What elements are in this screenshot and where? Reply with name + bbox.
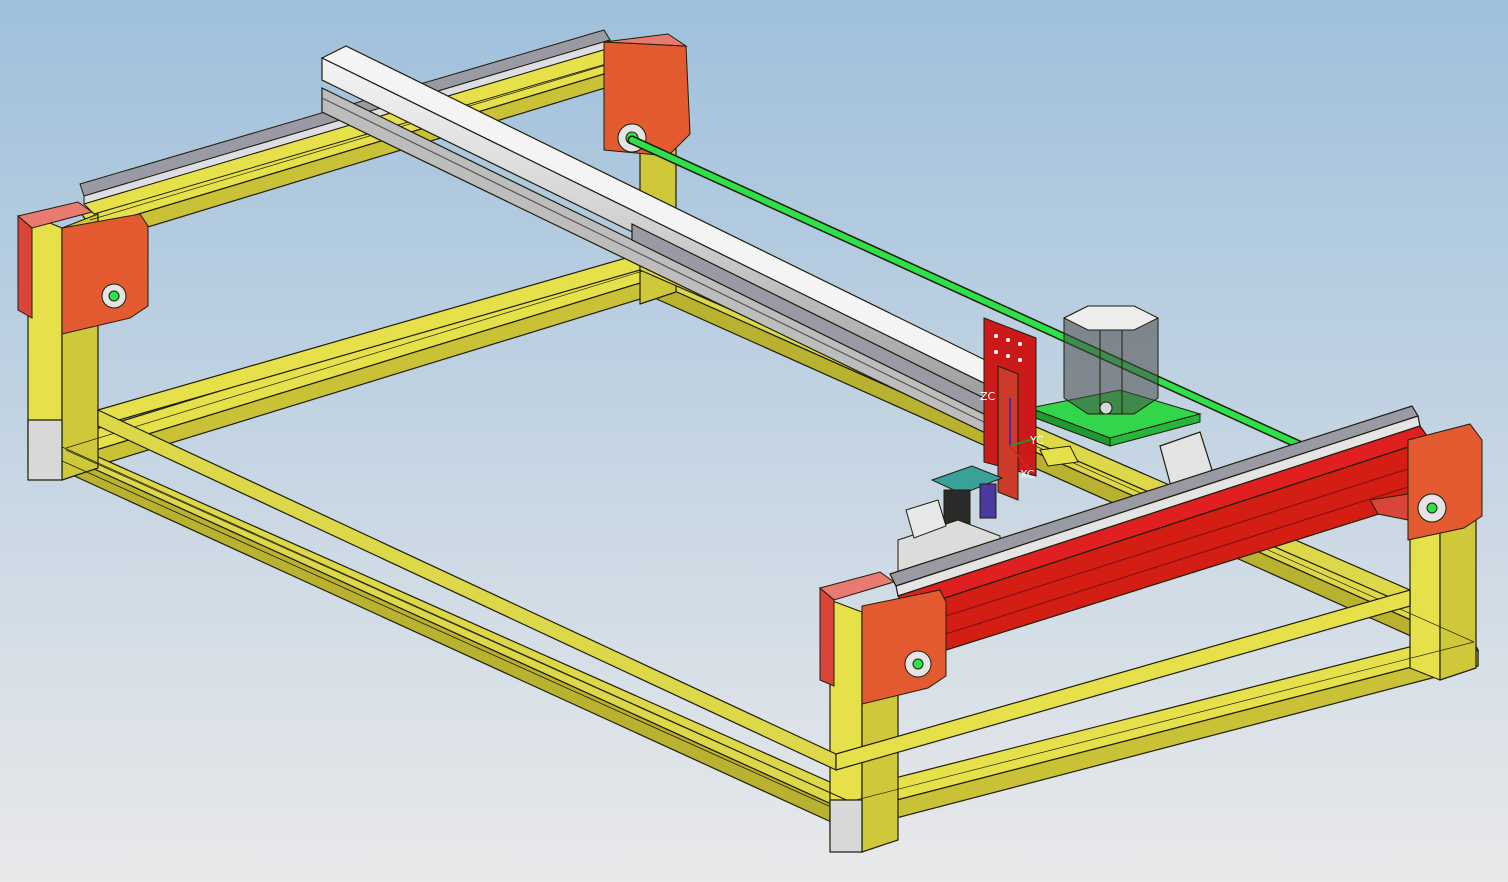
triad-x-label: XC	[1020, 468, 1035, 481]
cad-model-view[interactable]: ZC YC XC	[0, 0, 1508, 882]
triad-z-label: ZC	[980, 390, 996, 403]
profile-endcap-fl	[27, 419, 63, 481]
profile-endcap-bl	[829, 799, 863, 853]
triad-y-label: YC	[1029, 434, 1044, 447]
corner-plate-back-right[interactable]	[603, 33, 691, 157]
cad-viewport[interactable]: ZC YC XC	[0, 0, 1508, 882]
